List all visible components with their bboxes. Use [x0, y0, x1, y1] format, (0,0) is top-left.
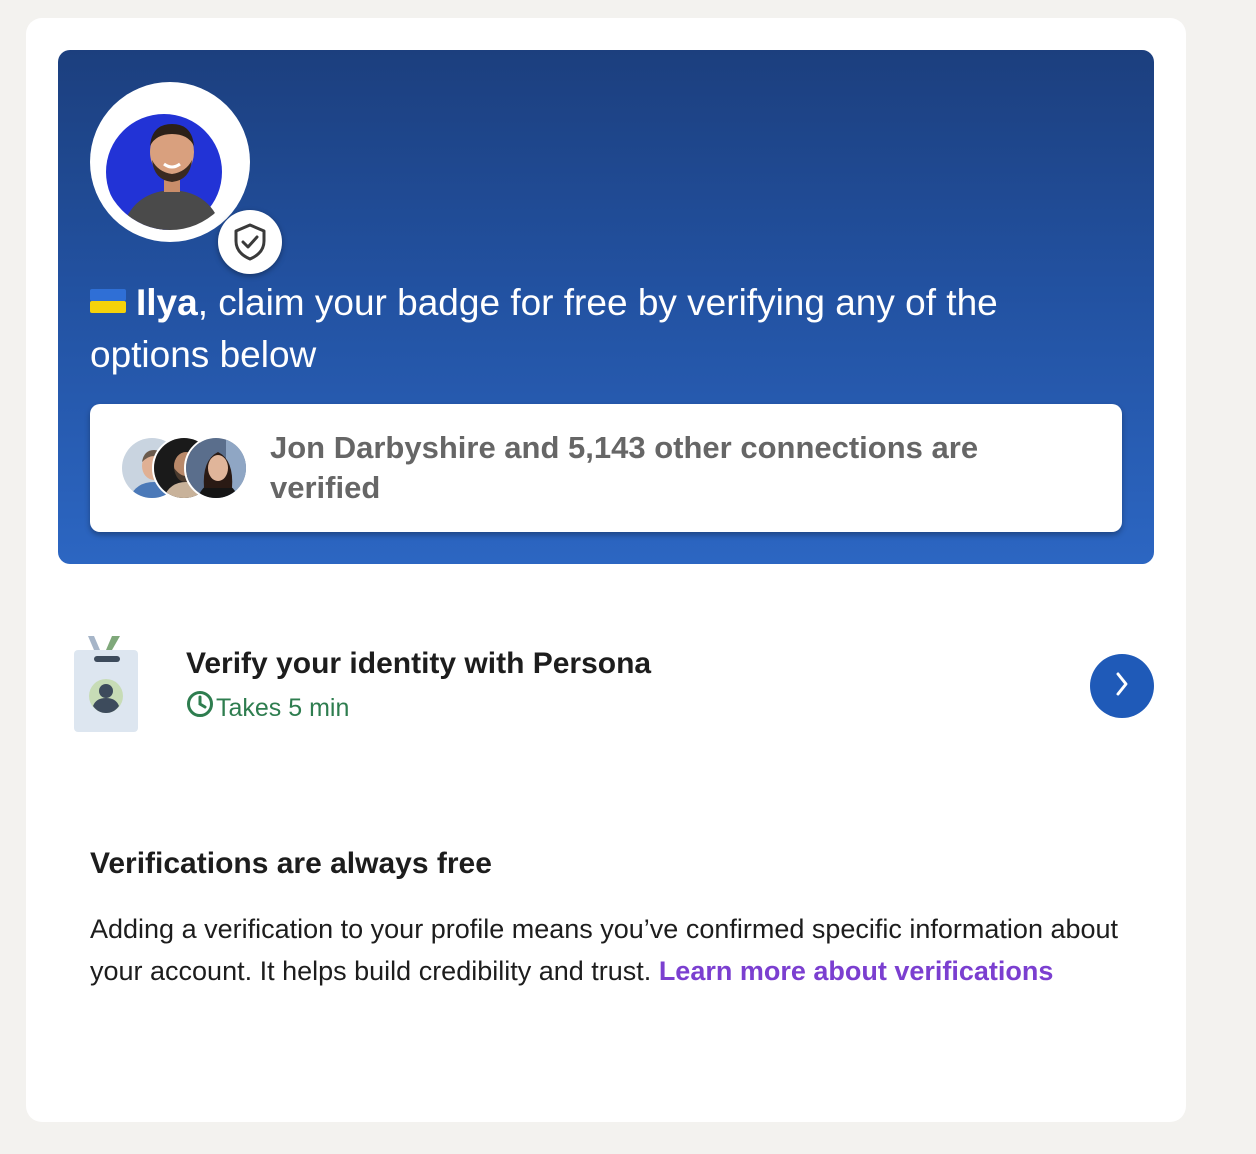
verification-card: Ilya, claim your badge for free by verif… — [26, 18, 1186, 1122]
persona-verification-option[interactable]: Verify your identity with Persona Takes … — [58, 626, 1154, 746]
verification-hero: Ilya, claim your badge for free by verif… — [58, 50, 1154, 564]
user-first-name: Ilya — [136, 282, 198, 323]
connection-avatar-3 — [184, 436, 248, 500]
headline-text: , claim your badge for free by verifying… — [90, 282, 998, 376]
shield-check-icon — [218, 210, 282, 274]
profile-avatar — [90, 82, 282, 274]
duration-text: Takes 5 min — [216, 694, 350, 722]
option-duration: Takes 5 min — [186, 690, 350, 726]
profile-photo — [102, 94, 238, 230]
info-body: Adding a verification to your profile me… — [90, 908, 1130, 992]
ukraine-flag-icon — [90, 276, 126, 326]
start-verification-button[interactable] — [1090, 654, 1154, 718]
clock-icon — [186, 690, 216, 726]
option-title: Verify your identity with Persona — [186, 647, 652, 680]
learn-more-link[interactable]: Learn more about verifications — [659, 956, 1054, 986]
info-title: Verifications are always free — [90, 847, 492, 880]
claim-badge-headline: Ilya, claim your badge for free by verif… — [90, 278, 1100, 380]
id-badge-icon — [74, 636, 140, 739]
verified-connections-box: Jon Darbyshire and 5,143 other connectio… — [90, 404, 1122, 532]
verified-connections-text: Jon Darbyshire and 5,143 other connectio… — [270, 430, 979, 505]
chevron-right-icon — [1113, 670, 1131, 703]
